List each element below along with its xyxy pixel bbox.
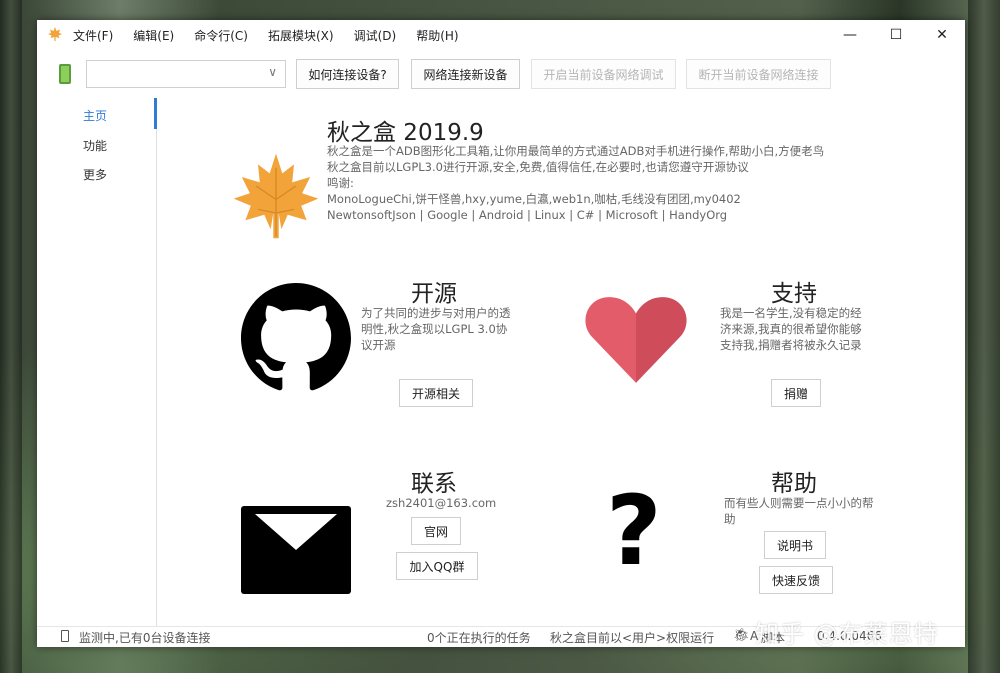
phone-icon [59,64,71,84]
bug-icon: 🐞︎ [733,628,750,643]
help-title: 帮助 [771,471,817,497]
enable-network-debug-button[interactable]: 开启当前设备网络调试 [531,59,676,89]
quick-feedback-button[interactable]: 快速反馈 [759,566,833,594]
question-mark-icon: ? [606,475,662,587]
maple-leaf-icon [48,27,62,41]
sidebar: 主页 功能 更多 [37,98,157,627]
contact-email: zsh2401@163.com [386,496,497,510]
menu-help[interactable]: 帮助(H) [416,27,458,44]
running-tasks-status: 0个正在执行的任务 [427,631,531,645]
support-title: 支持 [771,281,817,307]
toolbar: ∨ 如何连接设备? 网络连接新设备 开启当前设备网络调试 断开当前设备网络连接 [37,58,965,92]
about-line: MonoLogueChi,饼干怪兽,hxy,yume,白瀛,web1n,咖枯,毛… [327,192,741,206]
about-line: 秋之盒目前以LGPL3.0进行开源,安全,免费,值得信任,在必要时,也请您遵守开… [327,160,749,174]
manual-button[interactable]: 说明书 [764,531,826,559]
github-icon [241,283,351,391]
watermark: 知乎 @布莱恩特 [755,620,939,648]
opensource-desc: 为了共同的进步与对用户的透明性,秋之盒现以LGPL 3.0协议开源 [361,306,511,352]
contact-title: 联系 [411,471,457,497]
about-line: 秋之盒是一个ADB图形化工具箱,让你用最简单的方式通过ADB对手机进行操作,帮助… [327,144,825,158]
maximize-button[interactable]: ☐ [873,20,919,50]
maple-leaf-logo [233,153,319,239]
opensource-button[interactable]: 开源相关 [399,379,473,407]
help-desc: 而有些人则需要一点小小的帮助 [724,496,874,526]
about-text: 秋之盒是一个ADB图形化工具箱,让你用最简单的方式通过ADB对手机进行操作,帮助… [327,143,824,223]
device-monitor-status: 监测中,已有0台设备连接 [79,631,211,645]
chevron-down-icon: ∨ [268,65,277,79]
app-title: 秋之盒 2019.9 [327,120,484,146]
sidebar-item-functions[interactable]: 功能 [83,137,107,154]
network-connect-button[interactable]: 网络连接新设备 [411,59,520,89]
phone-outline-icon [61,630,69,642]
heart-icon [585,297,687,383]
menu-command-line[interactable]: 命令行(C) [194,27,248,44]
donate-button[interactable]: 捐赠 [771,379,821,407]
menu-edit[interactable]: 编辑(E) [133,27,174,44]
menu-debug[interactable]: 调试(D) [354,27,397,44]
menu-file[interactable]: 文件(F) [73,27,113,44]
join-qq-group-button[interactable]: 加入QQ群 [396,552,478,580]
permission-status: 秋之盒目前以<用户>权限运行 [550,631,715,645]
device-select[interactable]: ∨ [86,60,286,88]
menu-extension-modules[interactable]: 拓展模块(X) [268,27,334,44]
opensource-title: 开源 [411,281,457,307]
sidebar-item-more[interactable]: 更多 [83,166,107,183]
how-to-connect-button[interactable]: 如何连接设备? [296,59,399,89]
main-window: 文件(F) 编辑(E) 命令行(C) 拓展模块(X) 调试(D) 帮助(H) —… [37,20,965,647]
minimize-button[interactable]: — [827,20,873,50]
close-button[interactable]: ✕ [919,20,965,50]
mail-icon [241,506,351,594]
menu-bar: 文件(F) 编辑(E) 命令行(C) 拓展模块(X) 调试(D) 帮助(H) —… [37,20,965,50]
home-page: 秋之盒 2019.9 秋之盒是一个ADB图形化工具箱,让你用最简单的方式通过AD… [157,98,965,627]
support-desc: 我是一名学生,没有稳定的经济来源,我真的很希望你能够支持我,捐赠者将被永久记录 [720,306,862,352]
about-line: 鸣谢: [327,176,354,190]
official-site-button[interactable]: 官网 [411,517,461,545]
disconnect-network-button[interactable]: 断开当前设备网络连接 [686,59,831,89]
about-line: NewtonsoftJson | Google | Android | Linu… [327,208,728,222]
sidebar-item-home[interactable]: 主页 [83,107,107,124]
